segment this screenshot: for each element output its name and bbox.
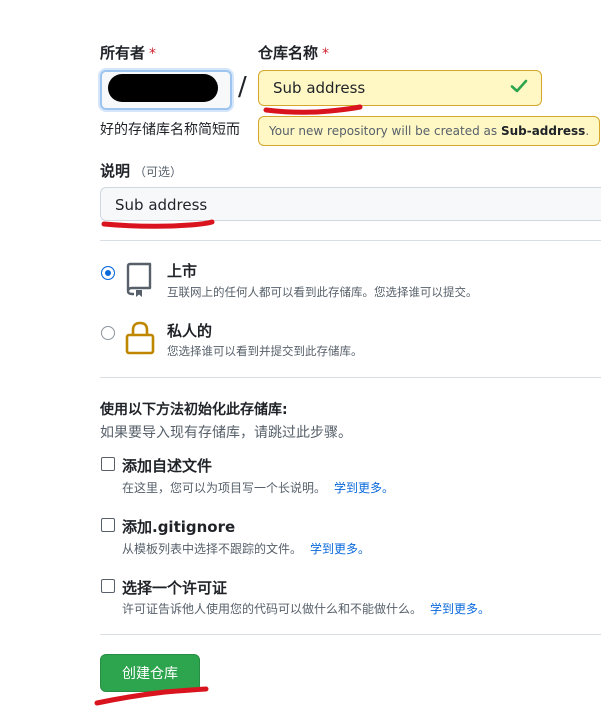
readme-checkbox[interactable] (101, 457, 115, 471)
visibility-private-title: 私人的 (167, 322, 213, 340)
divider (100, 240, 601, 241)
repo-book-icon (126, 262, 152, 297)
visibility-public-title: 上市 (167, 262, 198, 280)
repo-name-hint: 好的存储库名称简短而 (100, 122, 240, 138)
gitignore-learn-more-link[interactable]: 学到更多。 (310, 542, 370, 556)
create-repository-button[interactable]: 创建仓库 (100, 654, 200, 692)
init-section-title: 使用以下方法初始化此存储库: (100, 402, 288, 418)
visibility-private-radio[interactable] (101, 326, 115, 340)
path-separator: / (238, 72, 247, 102)
visibility-private-desc: 您选择谁可以看到并提交到此存储库。 (167, 344, 363, 358)
repo-name-input[interactable]: Sub address (258, 70, 542, 106)
description-label: 说明 （可选） (100, 162, 183, 180)
redaction-mark (108, 74, 218, 102)
license-title: 选择一个许可证 (122, 579, 228, 597)
visibility-public-radio[interactable] (101, 266, 115, 280)
owner-label: 所有者 * (100, 44, 157, 62)
license-learn-more-link[interactable]: 学到更多。 (430, 602, 490, 616)
init-section-subtitle: 如果要导入现有存储库，请跳过此步骤。 (100, 425, 352, 441)
readme-desc: 在这里，您可以为项目写一个长说明。 学到更多。 (122, 481, 395, 495)
gitignore-title: 添加.gitignore (122, 518, 236, 536)
readme-learn-more-link[interactable]: 学到更多。 (334, 481, 394, 495)
gitignore-checkbox[interactable] (101, 518, 115, 532)
optional-tag: （可选） (134, 165, 183, 179)
readme-title: 添加自述文件 (122, 457, 213, 475)
license-checkbox[interactable] (101, 579, 115, 593)
divider (100, 634, 601, 635)
divider (100, 377, 601, 378)
tooltip-repo-name: Sub-address (500, 124, 586, 138)
repo-name-label: 仓库名称 * (258, 44, 330, 62)
check-icon (510, 79, 528, 93)
required-mark: * (322, 46, 330, 62)
description-input[interactable]: Sub address (100, 187, 601, 221)
lock-icon (125, 321, 155, 355)
availability-tooltip: Your new repository will be created as S… (258, 116, 601, 146)
license-desc: 许可证告诉他人使用您的代码可以做什么和不能做什么。 学到更多。 (122, 602, 491, 616)
required-mark: * (149, 46, 157, 62)
visibility-public-desc: 互联网上的任何人都可以看到此存储库。您选择谁可以提交。 (167, 285, 478, 299)
gitignore-desc: 从模板列表中选择不跟踪的文件。 学到更多。 (122, 542, 371, 556)
